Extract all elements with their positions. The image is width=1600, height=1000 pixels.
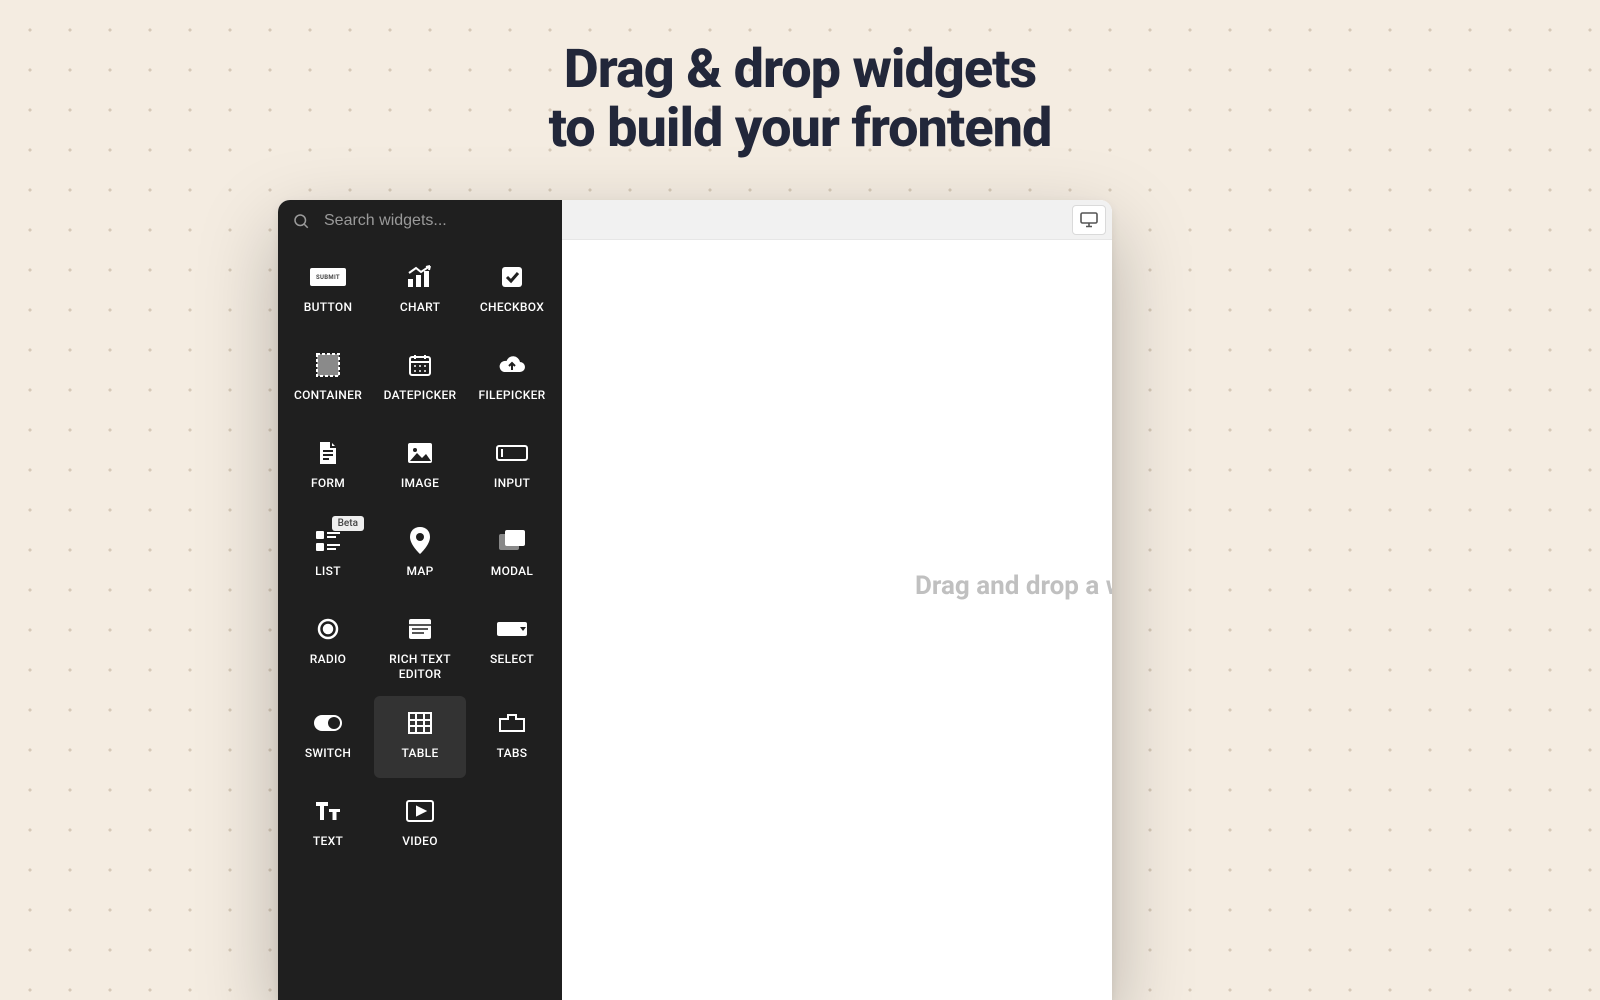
modal-icon bbox=[498, 524, 526, 558]
widget-label: INPUT bbox=[494, 476, 530, 491]
calendar-icon bbox=[408, 348, 432, 382]
widget-label: FORM bbox=[311, 476, 345, 491]
cloud-upload-icon bbox=[498, 348, 526, 382]
desktop-preview-button[interactable] bbox=[1072, 205, 1106, 235]
widget-label: LIST bbox=[315, 564, 341, 579]
page-headline: Drag & drop widgets to build your fronte… bbox=[0, 40, 1600, 159]
widget-datepicker[interactable]: DATEPICKER bbox=[374, 338, 466, 420]
tabs-icon bbox=[499, 706, 525, 740]
video-icon bbox=[406, 794, 434, 828]
widget-input[interactable]: INPUT bbox=[466, 426, 558, 508]
widget-label: VIDEO bbox=[402, 834, 438, 849]
widget-label: CONTAINER bbox=[294, 388, 362, 403]
canvas-toolbar bbox=[562, 200, 1112, 240]
widget-label: RADIO bbox=[310, 652, 347, 667]
headline-line-2: to build your frontend bbox=[0, 99, 1600, 158]
canvas-area[interactable]: Drag and drop a w bbox=[562, 240, 1112, 1000]
widget-label: TEXT bbox=[313, 834, 343, 849]
checkbox-icon bbox=[500, 260, 524, 294]
map-pin-icon bbox=[409, 524, 431, 558]
widget-select[interactable]: SELECT bbox=[466, 602, 558, 690]
search-icon bbox=[292, 212, 310, 230]
widget-label: SWITCH bbox=[305, 746, 351, 761]
radio-icon bbox=[316, 612, 340, 646]
widget-image[interactable]: IMAGE bbox=[374, 426, 466, 508]
image-icon bbox=[407, 436, 433, 470]
widget-grid: SUBMIT BUTTON CHART bbox=[278, 242, 562, 866]
button-icon: SUBMIT bbox=[310, 260, 346, 294]
table-icon bbox=[408, 706, 432, 740]
text-icon bbox=[314, 794, 342, 828]
container-icon bbox=[315, 348, 341, 382]
widget-radio[interactable]: RADIO bbox=[282, 602, 374, 690]
widget-form[interactable]: FORM bbox=[282, 426, 374, 508]
widget-filepicker[interactable]: FILEPICKER bbox=[466, 338, 558, 420]
canvas-hint-text: Drag and drop a w bbox=[915, 571, 1112, 601]
widget-chart[interactable]: CHART bbox=[374, 250, 466, 332]
widget-label: MAP bbox=[406, 564, 433, 579]
widget-table[interactable]: TABLE bbox=[374, 696, 466, 778]
widget-label: FILEPICKER bbox=[478, 388, 545, 403]
form-icon bbox=[317, 436, 339, 470]
widget-switch[interactable]: SWITCH bbox=[282, 696, 374, 778]
widget-label: RICH TEXT EDITOR bbox=[378, 652, 462, 682]
select-icon bbox=[496, 612, 528, 646]
widget-container[interactable]: CONTAINER bbox=[282, 338, 374, 420]
editor-window: SUBMIT BUTTON CHART bbox=[278, 200, 1112, 1000]
widget-map[interactable]: MAP bbox=[374, 514, 466, 596]
widget-label: IMAGE bbox=[401, 476, 439, 491]
widget-checkbox[interactable]: CHECKBOX bbox=[466, 250, 558, 332]
search-input[interactable] bbox=[324, 212, 548, 230]
search-bar bbox=[278, 200, 562, 242]
widget-list[interactable]: Beta LIST bbox=[282, 514, 374, 596]
widget-sidebar: SUBMIT BUTTON CHART bbox=[278, 200, 562, 1000]
canvas-column: Drag and drop a w bbox=[562, 200, 1112, 1000]
monitor-icon bbox=[1080, 212, 1098, 228]
widget-modal[interactable]: MODAL bbox=[466, 514, 558, 596]
widget-rich-text-editor[interactable]: RICH TEXT EDITOR bbox=[374, 602, 466, 690]
widget-label: TABS bbox=[497, 746, 528, 761]
beta-badge: Beta bbox=[332, 516, 364, 531]
widget-label: DATEPICKER bbox=[384, 388, 457, 403]
widget-label: TABLE bbox=[401, 746, 438, 761]
headline-line-1: Drag & drop widgets bbox=[0, 40, 1600, 99]
switch-icon bbox=[313, 706, 343, 740]
submit-pill-text: SUBMIT bbox=[310, 268, 346, 286]
widget-label: CHART bbox=[400, 300, 440, 315]
widget-button[interactable]: SUBMIT BUTTON bbox=[282, 250, 374, 332]
rich-text-icon bbox=[408, 612, 432, 646]
widget-tabs[interactable]: TABS bbox=[466, 696, 558, 778]
widget-label: MODAL bbox=[491, 564, 533, 579]
widget-empty-slot bbox=[466, 784, 558, 866]
widget-label: BUTTON bbox=[304, 300, 353, 315]
widget-text[interactable]: TEXT bbox=[282, 784, 374, 866]
input-icon bbox=[496, 436, 528, 470]
widget-label: CHECKBOX bbox=[480, 300, 544, 315]
widget-video[interactable]: VIDEO bbox=[374, 784, 466, 866]
widget-label: SELECT bbox=[490, 652, 534, 667]
chart-icon bbox=[407, 260, 433, 294]
